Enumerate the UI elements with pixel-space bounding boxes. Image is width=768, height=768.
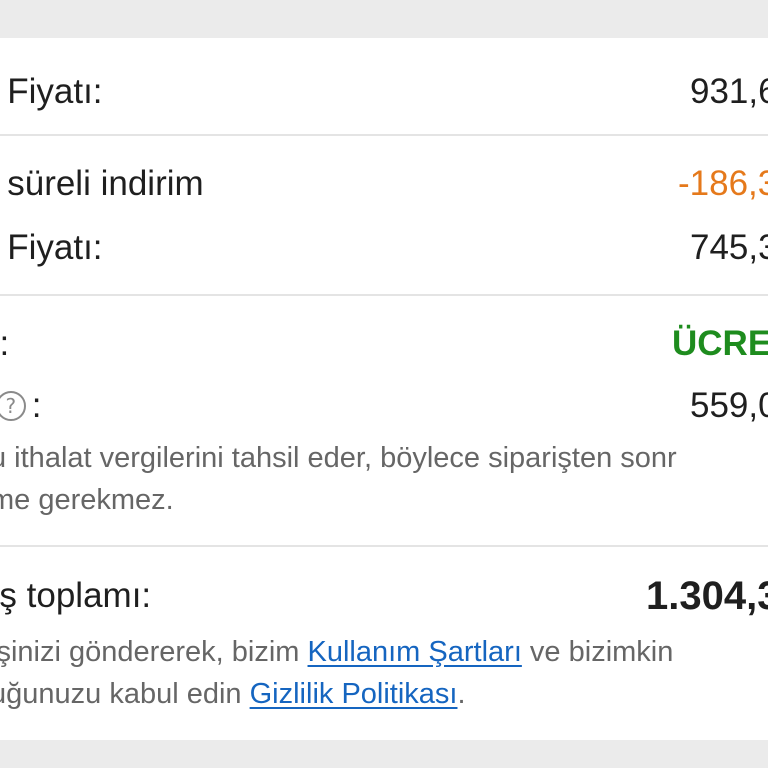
privacy-policy-link[interactable]: Gizlilik Politikası <box>250 678 458 710</box>
discount-label: lı süreli indirim <box>0 164 204 203</box>
terms-suffix: . <box>457 678 466 710</box>
divider <box>0 294 768 296</box>
order-total-value: 1.304,3 <box>646 574 768 618</box>
import-tax-label-row: i?: <box>0 384 42 428</box>
terms-line-1: işinizi göndererek, bizim Kullanım Şartl… <box>0 632 673 672</box>
divider <box>0 134 768 136</box>
divider <box>0 545 768 547</box>
tax-note-line-2: me gerekmez. <box>0 484 174 516</box>
order-summary-card: ş Fiyatı: 931,6 lı süreli indirim -186,3… <box>0 38 768 740</box>
question-circle-icon[interactable]: ? <box>0 391 26 421</box>
sale-price-value: 745,3 <box>690 228 768 267</box>
tax-note-line-1: u ithalat vergilerini tahsil eder, böyle… <box>0 442 677 474</box>
original-price-value: 931,6 <box>690 72 768 111</box>
import-tax-value: 559,0 <box>690 386 768 425</box>
order-total-label: riş toplamı: <box>0 576 152 615</box>
sale-price-label: ş Fiyatı: <box>0 228 103 267</box>
shipping-value-free: ÜCRET <box>672 324 768 363</box>
import-tax-colon: : <box>31 386 42 425</box>
terms-prefix: işinizi göndererek, bizim <box>0 636 308 668</box>
terms-of-use-link[interactable]: Kullanım Şartları <box>308 636 522 668</box>
discount-value: -186,3 <box>678 164 768 203</box>
terms-middle: ve bizimkin <box>521 636 674 668</box>
terms-line2-prefix: uğunuzu kabul edin <box>0 678 250 710</box>
terms-line-2: uğunuzu kabul edin Gizlilik Politikası. <box>0 674 466 714</box>
original-price-label: ş Fiyatı: <box>0 72 103 111</box>
shipping-label: o: <box>0 324 10 363</box>
